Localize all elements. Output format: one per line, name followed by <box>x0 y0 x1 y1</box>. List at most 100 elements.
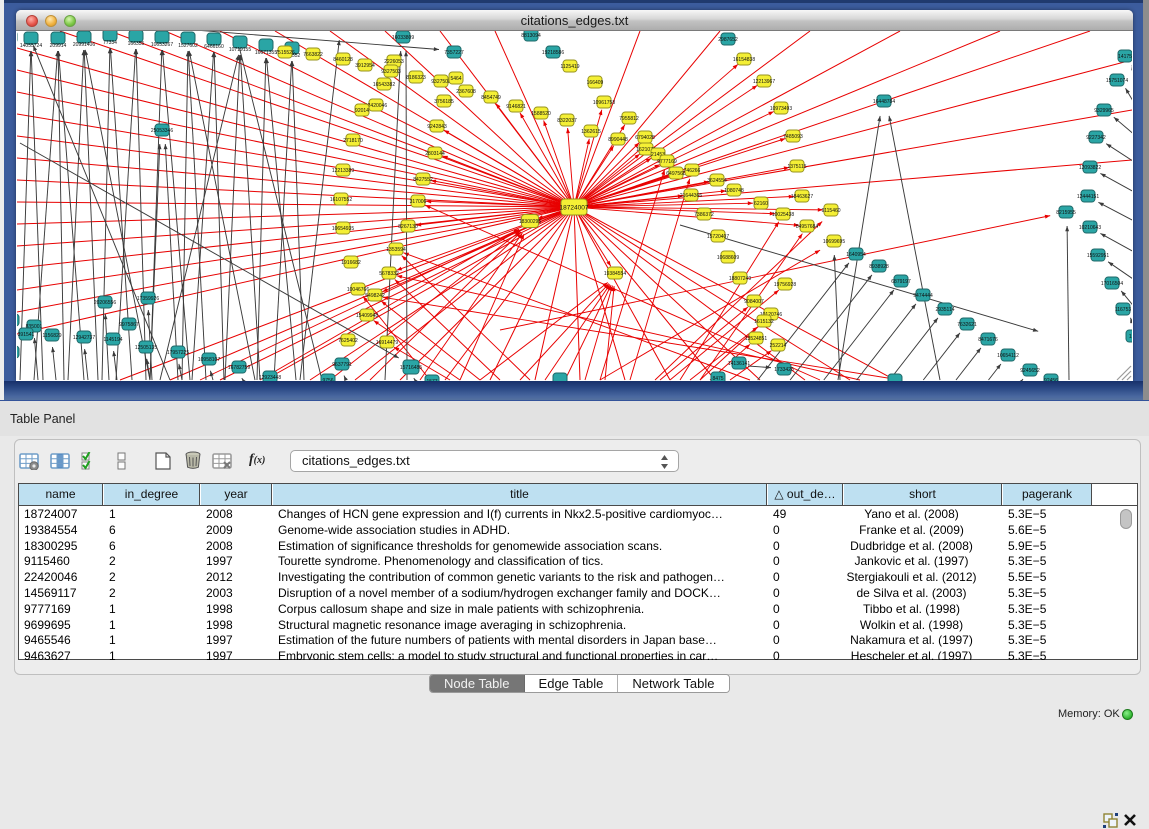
svg-text:16671355: 16671355 <box>255 50 277 56</box>
svg-text:16154838: 16154838 <box>733 57 755 63</box>
svg-text:62160: 62160 <box>754 201 768 207</box>
svg-text:8215955: 8215955 <box>1056 210 1076 216</box>
svg-text:9474444: 9474444 <box>913 293 933 299</box>
svg-text:8990448: 8990448 <box>608 137 628 143</box>
svg-text:5498242: 5498242 <box>365 293 385 299</box>
svg-text:21644366: 21644366 <box>680 193 702 199</box>
svg-text:1588520: 1588520 <box>531 111 551 117</box>
svg-text:9245652: 9245652 <box>1020 368 1040 374</box>
svg-text:8454749: 8454749 <box>481 95 501 101</box>
svg-text:116753: 116753 <box>1115 307 1132 313</box>
svg-text:3756185: 3756185 <box>434 99 454 105</box>
svg-text:16448784: 16448784 <box>873 99 895 105</box>
svg-text:16033809: 16033809 <box>392 35 414 41</box>
svg-text:13524851: 13524851 <box>745 336 767 342</box>
svg-text:10653267: 10653267 <box>151 42 173 48</box>
svg-text:1615132: 1615132 <box>754 319 774 325</box>
svg-text:2718170: 2718170 <box>343 138 363 144</box>
svg-text:14175: 14175 <box>1118 54 1132 60</box>
svg-text:6466160: 6466160 <box>204 44 224 50</box>
svg-text:19384554: 19384554 <box>604 271 626 277</box>
svg-text:123: 123 <box>1129 334 1132 340</box>
svg-text:18300295: 18300295 <box>519 219 541 225</box>
svg-text:15592951: 15592951 <box>1087 253 1109 259</box>
svg-text:8427552: 8427552 <box>413 177 433 183</box>
svg-text:18724007: 18724007 <box>560 204 589 211</box>
svg-text:12213967: 12213967 <box>753 79 775 85</box>
svg-text:1733426: 1733426 <box>774 367 794 373</box>
svg-text:252214: 252214 <box>770 343 787 349</box>
svg-text:2987652: 2987652 <box>718 37 738 43</box>
svg-text:2935114: 2935114 <box>935 307 954 313</box>
svg-text:7955812: 7955812 <box>619 116 639 122</box>
svg-text:10973493: 10973493 <box>770 106 792 112</box>
svg-text:7357227: 7357227 <box>444 50 464 56</box>
svg-text:12923448: 12923448 <box>259 375 281 381</box>
svg-text:166355: 166355 <box>128 41 145 47</box>
svg-text:7386372: 7386372 <box>694 212 714 218</box>
svg-text:1362615: 1362615 <box>581 129 601 135</box>
svg-text:16782759: 16782759 <box>228 365 250 371</box>
svg-text:9637791: 9637791 <box>332 362 352 368</box>
svg-text:7632621: 7632621 <box>957 322 977 328</box>
svg-text:7515526: 7515526 <box>275 50 295 56</box>
svg-text:10961758: 10961758 <box>593 100 615 106</box>
svg-text:17957225: 17957225 <box>167 350 189 356</box>
svg-text:8471676: 8471676 <box>978 337 998 343</box>
svg-text:77334: 77334 <box>103 40 117 46</box>
svg-text:8460128: 8460128 <box>333 57 353 63</box>
svg-text:12213389: 12213389 <box>332 168 354 174</box>
svg-text:1080748: 1080748 <box>724 188 744 194</box>
svg-text:9084007: 9084007 <box>744 299 764 305</box>
svg-text:7625402: 7625402 <box>338 338 358 344</box>
svg-text:15716485: 15716485 <box>400 365 422 371</box>
svg-text:1156829: 1156829 <box>42 333 61 339</box>
svg-text:10025438: 10025438 <box>772 212 794 218</box>
svg-text:10688609: 10688609 <box>717 255 739 261</box>
svg-text:8322037: 8322037 <box>557 118 577 124</box>
svg-text:9146821: 9146821 <box>506 104 526 110</box>
svg-text:15720407: 15720407 <box>707 234 729 240</box>
svg-text:6794028: 6794028 <box>635 135 655 141</box>
svg-text:19218586: 19218586 <box>542 50 564 56</box>
svg-text:5678332: 5678332 <box>379 271 399 277</box>
svg-text:1375115: 1375115 <box>787 164 806 170</box>
svg-text:2367608: 2367608 <box>456 89 476 95</box>
svg-text:6879197: 6879197 <box>891 279 911 285</box>
svg-text:2803144: 2803144 <box>425 151 445 157</box>
svg-text:10210643: 10210643 <box>1079 225 1101 231</box>
svg-text:16107552: 16107552 <box>330 197 352 203</box>
svg-text:16543382: 16543382 <box>373 82 395 88</box>
svg-text:7663822: 7663822 <box>303 52 323 58</box>
svg-text:14136141: 14136141 <box>728 361 750 367</box>
svg-text:17359926: 17359926 <box>137 296 159 302</box>
svg-text:12444151: 12444151 <box>1077 194 1099 200</box>
svg-text:10719155: 10719155 <box>229 47 251 53</box>
svg-text:1527602: 1527602 <box>178 43 198 49</box>
svg-text:8186323: 8186323 <box>406 75 426 81</box>
svg-text:9242843: 9242843 <box>427 124 447 130</box>
svg-text:18463627: 18463627 <box>791 194 813 200</box>
svg-text:12093822: 12093822 <box>1079 165 1101 171</box>
svg-text:84957684: 84957684 <box>796 224 818 230</box>
svg-text:7485093: 7485093 <box>783 134 803 140</box>
svg-text:15409948: 15409948 <box>356 313 378 319</box>
svg-text:9115460: 9115460 <box>821 208 840 214</box>
svg-text:12505135: 12505135 <box>135 345 157 351</box>
svg-text:9227342: 9227342 <box>1086 135 1106 141</box>
svg-text:8267130: 8267130 <box>398 224 418 230</box>
svg-text:18807249: 18807249 <box>729 276 751 282</box>
svg-text:14055724: 14055724 <box>20 43 42 49</box>
svg-text:9777169: 9777169 <box>657 159 677 165</box>
svg-text:8938928: 8938928 <box>869 264 889 270</box>
svg-text:15751074: 15751074 <box>1106 78 1128 84</box>
svg-text:10654112: 10654112 <box>997 353 1019 359</box>
svg-text:25053346: 25053346 <box>151 128 173 134</box>
svg-text:317006: 317006 <box>410 199 427 205</box>
svg-text:2226053: 2226053 <box>384 59 404 65</box>
svg-text:1125419: 1125419 <box>560 64 579 70</box>
svg-text:1640954: 1640954 <box>846 252 866 258</box>
svg-text:10699695: 10699695 <box>823 239 845 245</box>
svg-text:17016504: 17016504 <box>1101 281 1123 287</box>
svg-text:1916682: 1916682 <box>341 260 361 266</box>
